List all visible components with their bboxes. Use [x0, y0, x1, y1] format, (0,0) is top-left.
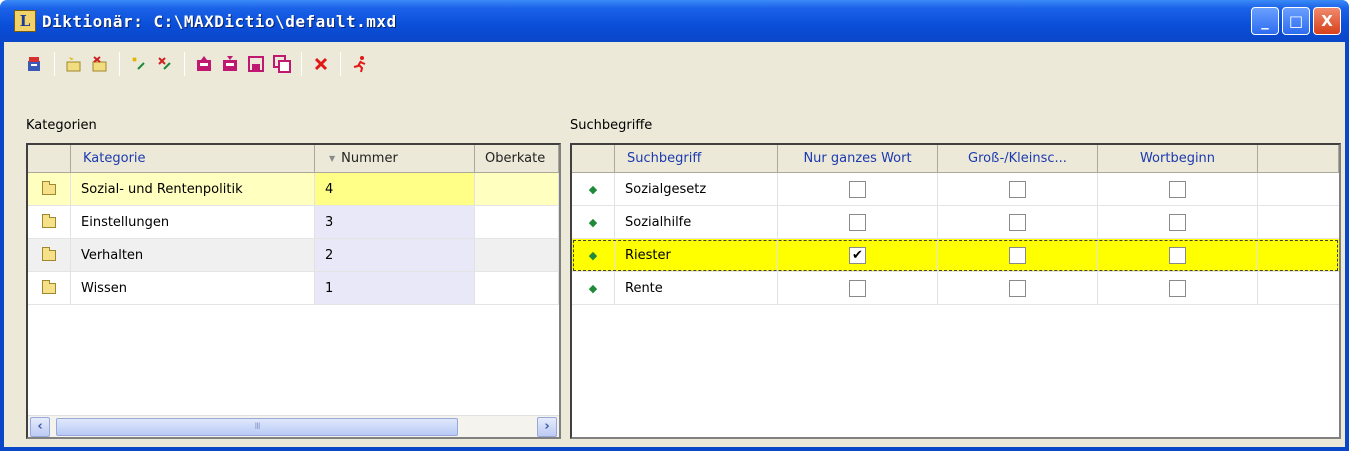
- category-parent: [475, 239, 559, 271]
- word-start-checkbox[interactable]: [1169, 279, 1186, 297]
- case-checkbox[interactable]: [1009, 213, 1026, 231]
- toolbar-separator: [301, 52, 302, 76]
- table-row[interactable]: ◆ Riester ✔: [572, 239, 1339, 272]
- category-name: Verhalten: [71, 239, 315, 271]
- whole-word-checkbox[interactable]: ✔: [849, 246, 866, 264]
- column-header-suchbegriff[interactable]: Suchbegriff: [615, 145, 778, 172]
- column-header-filler: [1258, 145, 1339, 172]
- table-row[interactable]: Wissen 1: [28, 272, 559, 305]
- sort-descending-icon: ▼: [329, 154, 336, 163]
- scroll-right-icon[interactable]: ›: [537, 416, 557, 437]
- app-icon: L: [14, 10, 36, 32]
- column-header-whole-word[interactable]: Nur ganzes Wort: [778, 145, 938, 172]
- grid-header: Suchbegriff Nur ganzes Wort Groß-/Kleins…: [572, 145, 1339, 173]
- category-name: Einstellungen: [71, 206, 315, 238]
- table-row[interactable]: ◆ Rente: [572, 272, 1339, 305]
- folder-icon: [42, 279, 56, 294]
- table-row[interactable]: ◆ Sozialhilfe: [572, 206, 1339, 239]
- column-header-case[interactable]: Groß-/Kleinsc...: [938, 145, 1098, 172]
- terms-label: Suchbegriffe: [570, 118, 653, 133]
- new-entry-icon[interactable]: [126, 51, 152, 77]
- title-bar[interactable]: L Diktionär: C:\MAXDictio\default.mxd _ …: [0, 0, 1349, 42]
- grid-header: Kategorie ▼ Nummer Oberkate: [28, 145, 559, 173]
- category-name: Sozial- und Rentenpolitik: [71, 173, 315, 205]
- term-text: Sozialgesetz: [615, 173, 778, 205]
- term-text: Rente: [615, 272, 778, 304]
- delete-folder-icon[interactable]: [87, 51, 113, 77]
- close-button[interactable]: X: [1313, 7, 1341, 35]
- toolbar-separator: [54, 52, 55, 76]
- toolbar-separator: [340, 52, 341, 76]
- folder-icon: [42, 213, 56, 228]
- row-marker-icon: ◆: [588, 182, 598, 196]
- scroll-thumb[interactable]: III: [56, 417, 458, 436]
- client-area: Kategorien Suchbegriffe Kategorie ▼ Numm…: [4, 42, 1345, 447]
- category-number: 3: [315, 206, 475, 238]
- minimize-button[interactable]: _: [1251, 7, 1279, 35]
- column-header-kategorie[interactable]: Kategorie: [71, 145, 315, 172]
- scroll-left-icon[interactable]: ‹: [30, 416, 50, 437]
- term-text: Sozialhilfe: [615, 206, 778, 238]
- word-start-checkbox[interactable]: [1169, 246, 1186, 264]
- whole-word-checkbox[interactable]: [849, 213, 866, 231]
- table-row[interactable]: Einstellungen 3: [28, 206, 559, 239]
- case-checkbox[interactable]: [1009, 246, 1026, 264]
- table-row[interactable]: Sozial- und Rentenpolitik 4: [28, 173, 559, 206]
- row-header-corner: [572, 145, 615, 172]
- new-folder-icon[interactable]: [61, 51, 87, 77]
- window-title: Diktionär: C:\MAXDictio\default.mxd: [42, 11, 397, 31]
- row-marker-icon: ◆: [588, 248, 598, 262]
- terms-grid[interactable]: Suchbegriff Nur ganzes Wort Groß-/Kleins…: [570, 143, 1341, 439]
- toolbar-separator: [184, 52, 185, 76]
- word-start-checkbox[interactable]: [1169, 180, 1186, 198]
- row-marker-icon: ◆: [588, 215, 598, 229]
- category-parent: [475, 272, 559, 304]
- term-text: Riester: [615, 239, 778, 271]
- run-icon[interactable]: [347, 51, 373, 77]
- export-icon[interactable]: [217, 51, 243, 77]
- word-start-checkbox[interactable]: [1169, 213, 1186, 231]
- category-parent: [475, 173, 559, 205]
- dictionary-window: L Diktionär: C:\MAXDictio\default.mxd _ …: [0, 0, 1349, 451]
- import-icon[interactable]: [191, 51, 217, 77]
- toolbar-separator: [119, 52, 120, 76]
- folder-icon: [42, 180, 56, 195]
- case-checkbox[interactable]: [1009, 279, 1026, 297]
- horizontal-scrollbar[interactable]: ‹ III ›: [28, 415, 559, 437]
- table-row[interactable]: Verhalten 2: [28, 239, 559, 272]
- column-header-label: Nummer: [341, 151, 398, 166]
- delete-entry-icon[interactable]: [152, 51, 178, 77]
- row-marker-icon: ◆: [588, 281, 598, 295]
- toolbar: [4, 42, 1345, 86]
- category-number: 1: [315, 272, 475, 304]
- category-number: 4: [315, 173, 475, 205]
- categories-grid[interactable]: Kategorie ▼ Nummer Oberkate Sozial- und …: [26, 143, 561, 439]
- folder-icon: [42, 246, 56, 261]
- column-header-oberkategorie[interactable]: Oberkate: [475, 145, 559, 172]
- delete-icon[interactable]: [308, 51, 334, 77]
- maximize-button[interactable]: □: [1282, 7, 1310, 35]
- categories-label: Kategorien: [26, 118, 97, 133]
- whole-word-checkbox[interactable]: [849, 180, 866, 198]
- table-row[interactable]: ◆ Sozialgesetz: [572, 173, 1339, 206]
- open-icon[interactable]: [22, 51, 48, 77]
- case-checkbox[interactable]: [1009, 180, 1026, 198]
- category-name: Wissen: [71, 272, 315, 304]
- column-header-nummer[interactable]: ▼ Nummer: [315, 145, 475, 172]
- whole-word-checkbox[interactable]: [849, 279, 866, 297]
- save-as-icon[interactable]: [269, 51, 295, 77]
- category-number: 2: [315, 239, 475, 271]
- column-header-word-start[interactable]: Wortbeginn: [1098, 145, 1258, 172]
- row-header-corner: [28, 145, 71, 172]
- category-parent: [475, 206, 559, 238]
- save-icon[interactable]: [243, 51, 269, 77]
